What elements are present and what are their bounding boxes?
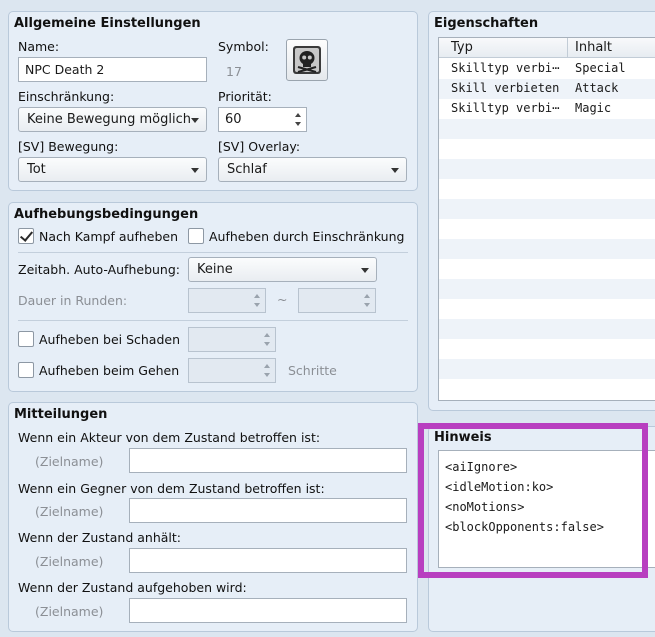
- chevron-down-icon: [391, 168, 399, 173]
- removed-target-name: (Zielname): [35, 604, 104, 619]
- spin-down-icon[interactable]: [264, 342, 270, 346]
- priority-stepper[interactable]: 60: [218, 107, 307, 132]
- trait-type-cell: Skilltyp verbi⋯: [451, 101, 560, 115]
- table-row[interactable]: Skill verbieten Attack: [439, 79, 655, 99]
- removal-conditions-title: Aufhebungsbedingungen: [14, 207, 199, 222]
- actor-target-name: (Zielname): [35, 454, 104, 469]
- trait-content-cell: Attack: [575, 81, 619, 95]
- chevron-down-icon: [191, 168, 199, 173]
- spin-up-icon[interactable]: [264, 364, 270, 368]
- traits-rows: Skilltyp verbi⋯ Special Skill verbieten Att…: [439, 59, 655, 400]
- table-row[interactable]: [439, 339, 655, 359]
- restriction-value: Keine Bewegung möglich: [27, 112, 191, 127]
- actor-message-field[interactable]: [129, 448, 407, 473]
- divider: [18, 252, 408, 253]
- remove-by-restriction-checkbox[interactable]: [188, 228, 204, 244]
- table-row[interactable]: [439, 119, 655, 139]
- remove-by-damage-label[interactable]: Aufheben bei Schaden: [39, 332, 180, 347]
- sv-overlay-label: [SV] Overlay:: [218, 139, 301, 154]
- sv-motion-value: Tot: [27, 162, 46, 177]
- trait-content-cell: Magic: [575, 101, 612, 115]
- trait-content-cell: Special: [575, 61, 626, 75]
- remove-after-battle-label[interactable]: Nach Kampf aufheben: [39, 229, 178, 244]
- name-label: Name:: [18, 39, 60, 54]
- table-row[interactable]: Skilltyp verbi⋯ Special: [439, 59, 655, 79]
- table-row[interactable]: [439, 319, 655, 339]
- spin-up-icon[interactable]: [364, 294, 370, 298]
- table-row[interactable]: [439, 359, 655, 379]
- priority-label: Priorität:: [218, 89, 272, 104]
- duration-max-stepper[interactable]: [298, 288, 376, 313]
- skull-crossbones-icon: [293, 46, 321, 74]
- enemy-target-name: (Zielname): [35, 504, 104, 519]
- spin-down-icon[interactable]: [295, 122, 301, 126]
- restriction-select[interactable]: Keine Bewegung möglich: [18, 107, 207, 132]
- traits-table-header: Typ Inhalt: [439, 38, 655, 58]
- symbol-label: Symbol:: [218, 39, 269, 54]
- sv-motion-select[interactable]: Tot: [18, 157, 207, 182]
- trait-type-cell: Skilltyp verbi⋯: [451, 61, 560, 75]
- chevron-down-icon: [361, 268, 369, 273]
- range-tilde: ~: [277, 292, 288, 307]
- col-content-header[interactable]: Inhalt: [575, 40, 612, 55]
- chevron-down-icon: [191, 118, 199, 123]
- spin-down-icon[interactable]: [264, 373, 270, 377]
- persist-target-name: (Zielname): [35, 554, 104, 569]
- auto-removal-value: Keine: [197, 262, 233, 277]
- enemy-message-label: Wenn ein Gegner von dem Zustand betroffe…: [18, 481, 325, 496]
- symbol-index: 17: [226, 64, 242, 79]
- steps-label: Schritte: [288, 363, 337, 378]
- table-row[interactable]: [439, 199, 655, 219]
- messages-title: Mitteilungen: [14, 407, 108, 422]
- highlight-annotation: [418, 423, 648, 578]
- table-row[interactable]: [439, 139, 655, 159]
- remove-by-damage-checkbox[interactable]: [18, 331, 34, 347]
- spin-up-icon[interactable]: [254, 294, 260, 298]
- general-settings-title: Allgemeine Einstellungen: [14, 16, 201, 31]
- remove-by-walking-checkbox[interactable]: [18, 362, 34, 378]
- spin-down-icon[interactable]: [364, 303, 370, 307]
- persist-message-field[interactable]: [129, 548, 407, 573]
- auto-removal-label: Zeitabh. Auto-Aufhebung:: [18, 262, 180, 277]
- table-row[interactable]: Skilltyp verbi⋯ Magic: [439, 99, 655, 119]
- table-row[interactable]: [439, 179, 655, 199]
- enemy-message-field[interactable]: [129, 498, 407, 523]
- name-field[interactable]: NPC Death 2: [18, 57, 207, 82]
- trait-type-cell: Skill verbieten: [451, 81, 560, 95]
- divider: [18, 320, 408, 321]
- table-row[interactable]: [439, 219, 655, 239]
- persist-message-label: Wenn der Zustand anhält:: [18, 530, 182, 545]
- spin-up-icon[interactable]: [295, 113, 301, 117]
- sv-motion-label: [SV] Bewegung:: [18, 139, 119, 154]
- spin-down-icon[interactable]: [254, 303, 260, 307]
- traits-title: Eigenschaften: [434, 16, 539, 31]
- col-type-header[interactable]: Typ: [451, 40, 473, 55]
- steps-stepper[interactable]: [188, 358, 276, 383]
- table-row[interactable]: [439, 279, 655, 299]
- auto-removal-select[interactable]: Keine: [188, 257, 377, 282]
- table-row[interactable]: [439, 259, 655, 279]
- duration-label: Dauer in Runden:: [18, 293, 128, 308]
- sv-overlay-value: Schlaf: [227, 162, 267, 177]
- remove-by-walking-label[interactable]: Aufheben beim Gehen: [39, 363, 179, 378]
- table-row[interactable]: [439, 239, 655, 259]
- table-row[interactable]: [439, 159, 655, 179]
- restriction-label: Einschränkung:: [18, 89, 115, 104]
- removed-message-field[interactable]: [129, 598, 407, 623]
- remove-by-restriction-label[interactable]: Aufheben durch Einschränkung: [209, 229, 404, 244]
- sv-overlay-select[interactable]: Schlaf: [218, 157, 407, 182]
- damage-stepper[interactable]: [188, 327, 276, 352]
- removed-message-label: Wenn der Zustand aufgehoben wird:: [18, 580, 247, 595]
- duration-min-stepper[interactable]: [188, 288, 266, 313]
- table-row[interactable]: [439, 379, 655, 399]
- remove-after-battle-checkbox[interactable]: [18, 228, 34, 244]
- table-row[interactable]: [439, 299, 655, 319]
- actor-message-label: Wenn ein Akteur von dem Zustand betroffe…: [18, 430, 321, 445]
- column-divider: [567, 38, 568, 58]
- symbol-button[interactable]: [286, 39, 328, 81]
- spin-up-icon[interactable]: [264, 333, 270, 337]
- priority-value: 60: [225, 112, 242, 127]
- traits-table[interactable]: Typ Inhalt Skilltyp verbi⋯ Special Skill v…: [438, 37, 655, 401]
